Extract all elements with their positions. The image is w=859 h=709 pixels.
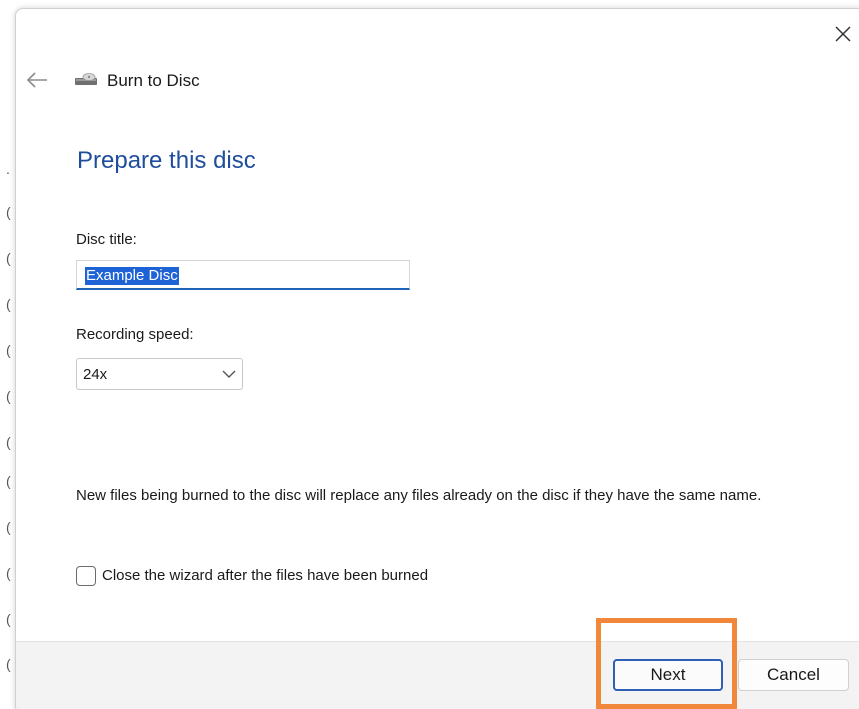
background-glyph: . — [6, 161, 10, 177]
recording-speed-value: 24x — [83, 366, 108, 383]
disc-drive-icon — [75, 73, 97, 85]
background-glyph: ( — [6, 565, 11, 581]
disc-title-label: Disc title: — [76, 231, 137, 248]
background-glyph: ( — [6, 656, 11, 672]
background-glyph: ( — [6, 250, 11, 266]
background-glyph: ( — [6, 388, 11, 404]
back-arrow-icon — [26, 72, 47, 88]
close-button[interactable] — [828, 19, 858, 49]
background-glyph: ( — [6, 204, 11, 220]
background-window-edge: . ( ( ( ( ( ( ( ( ( ( ( — [0, 0, 16, 709]
back-button[interactable] — [24, 67, 50, 93]
background-glyph: ( — [6, 473, 11, 489]
recording-speed-select[interactable]: 24x — [76, 358, 243, 390]
screen: . ( ( ( ( ( ( ( ( ( ( ( Burn to Disc Pre… — [0, 0, 859, 709]
close-wizard-label[interactable]: Close the wizard after the files have be… — [102, 567, 428, 584]
background-glyph: ( — [6, 296, 11, 312]
replace-files-notice: New files being burned to the disc will … — [76, 487, 762, 504]
disc-title-selected-text: Example Disc — [85, 267, 179, 285]
close-icon — [835, 26, 851, 42]
recording-speed-label: Recording speed: — [76, 326, 194, 343]
background-glyph: ( — [6, 434, 11, 450]
dialog-header-title: Burn to Disc — [107, 71, 200, 90]
page-title: Prepare this disc — [77, 147, 256, 174]
chevron-down-icon — [222, 370, 236, 378]
disc-title-input[interactable]: Example Disc — [76, 260, 410, 290]
dialog-footer: Next Cancel — [16, 641, 859, 709]
background-glyph: ( — [6, 342, 11, 358]
burn-to-disc-dialog: Burn to Disc Prepare this disc Disc titl… — [15, 8, 859, 709]
background-glyph: ( — [6, 611, 11, 627]
next-button[interactable]: Next — [613, 659, 723, 691]
cancel-button[interactable]: Cancel — [738, 659, 849, 691]
close-wizard-checkbox[interactable] — [76, 566, 96, 586]
background-glyph: ( — [6, 519, 11, 535]
